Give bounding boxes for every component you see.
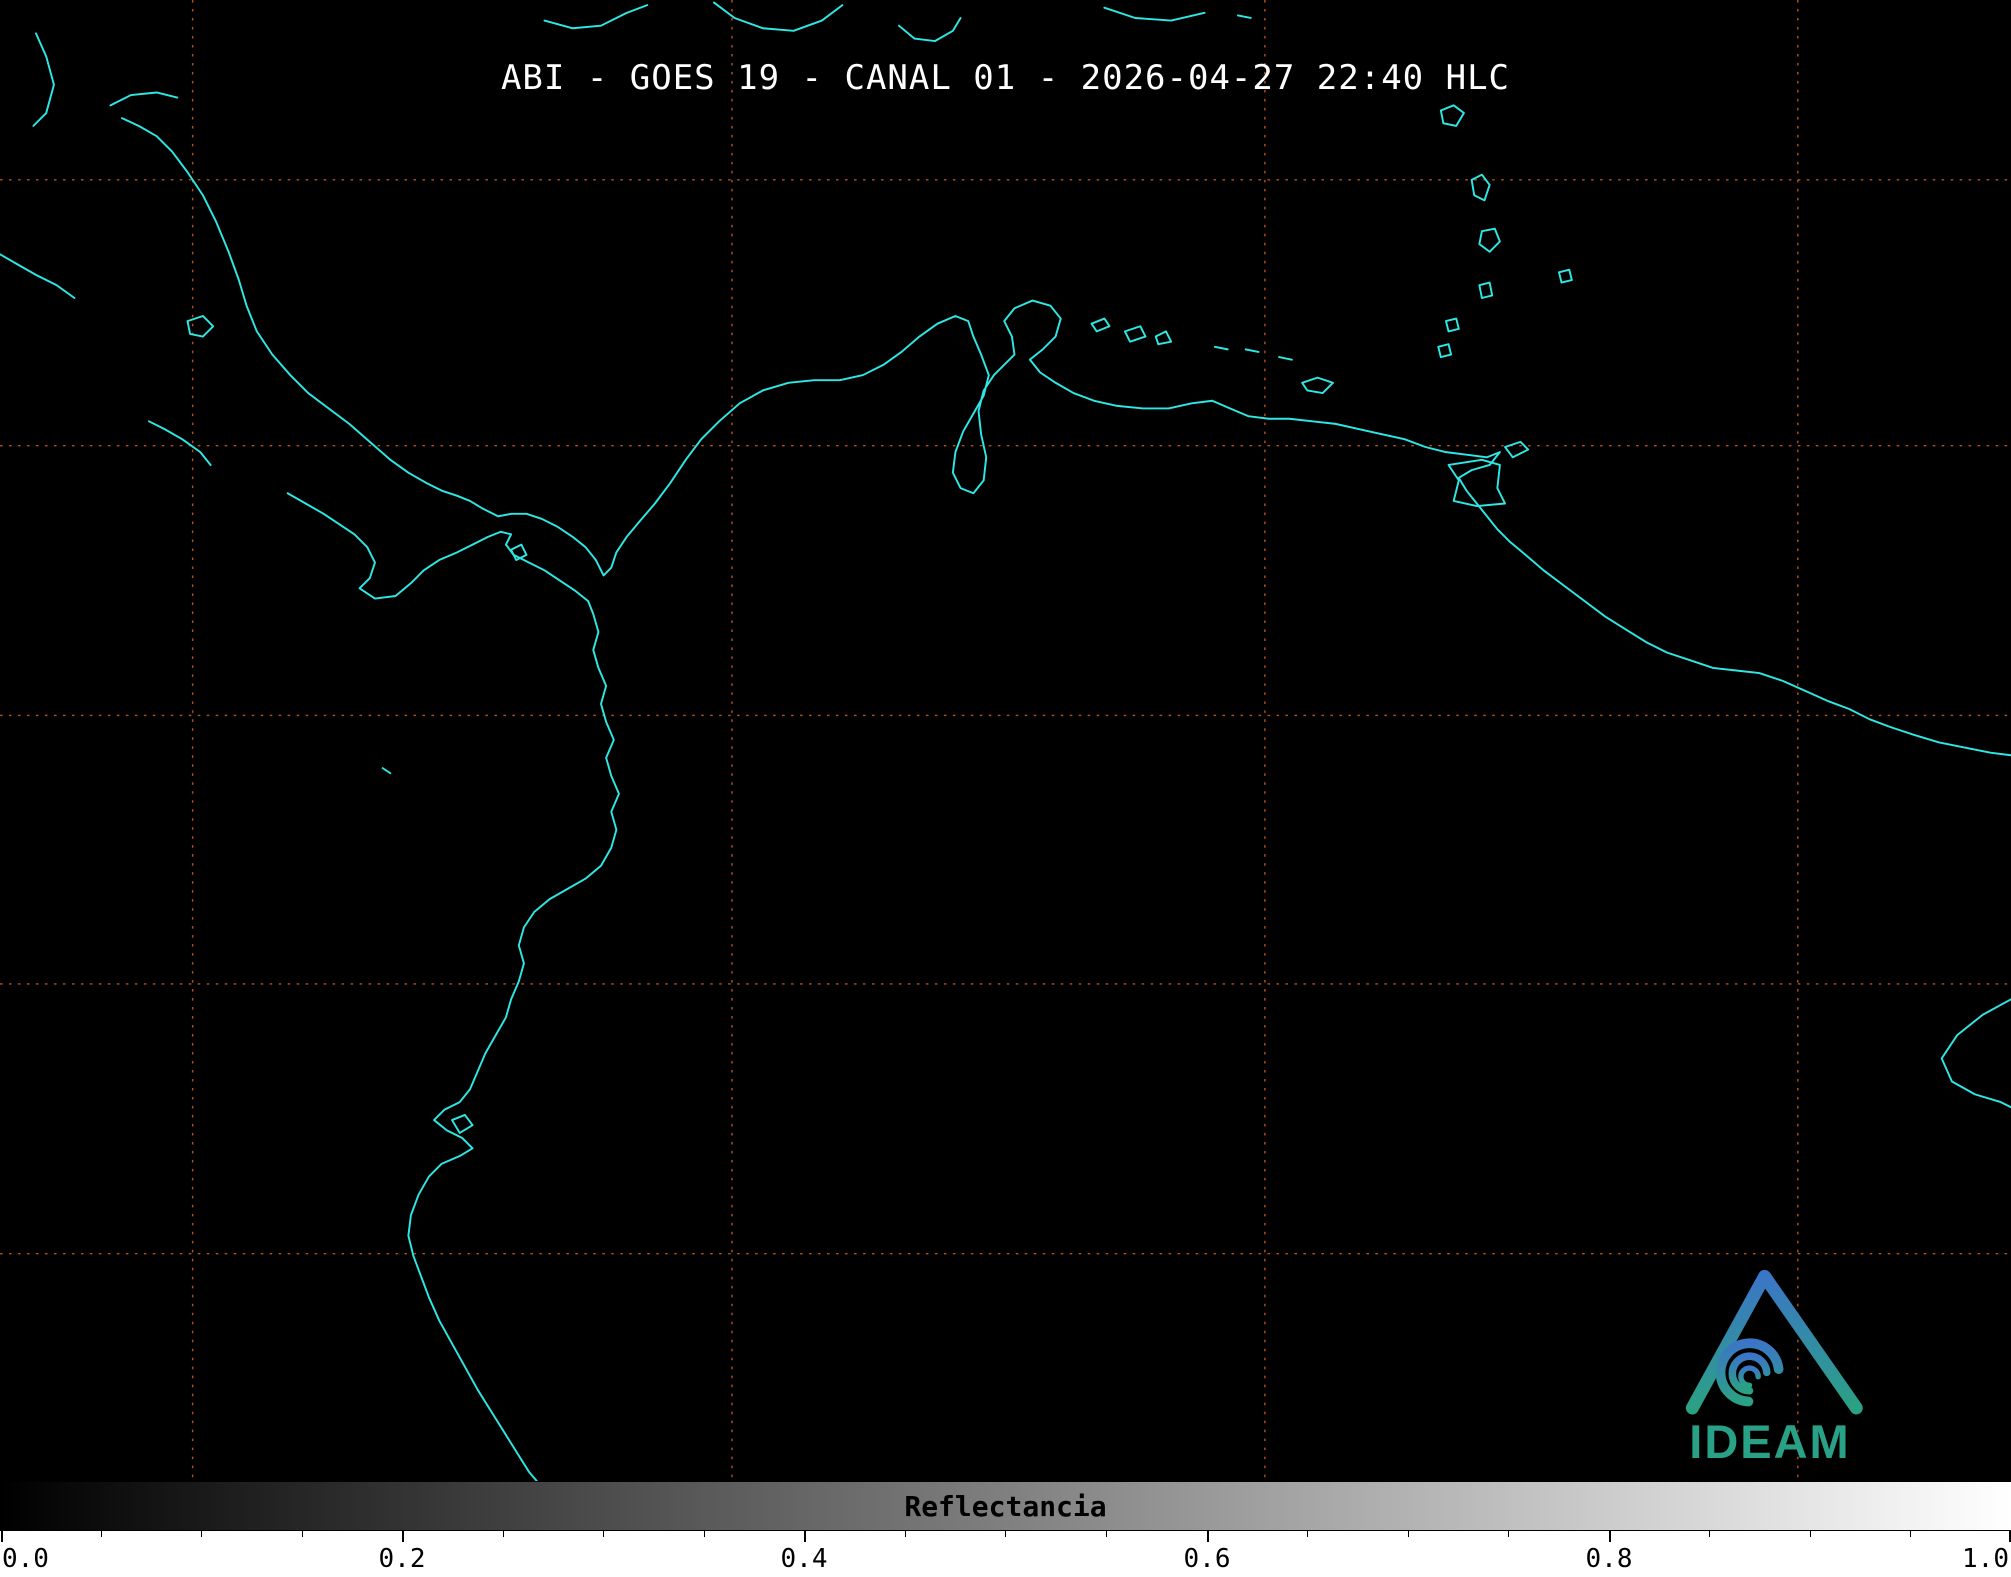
colorbar-tick-minor bbox=[1910, 1531, 1911, 1537]
colorbar-tick-minor bbox=[503, 1531, 504, 1537]
coastline-segment bbox=[1479, 229, 1500, 252]
coastline-segment bbox=[899, 18, 961, 41]
colorbar-tick-minor bbox=[905, 1531, 906, 1537]
colorbar-tick-major bbox=[804, 1531, 806, 1542]
colorbar-tick-minor bbox=[1709, 1531, 1710, 1537]
coastline-segment bbox=[1559, 270, 1572, 283]
coastline-segment bbox=[288, 493, 619, 1481]
colorbar-tick-label: 0.6 bbox=[1184, 1544, 1231, 1574]
colorbar-label: Reflectancia bbox=[904, 1490, 1106, 1523]
colorbar-tick-minor bbox=[1408, 1531, 1409, 1537]
coastline-segment bbox=[1125, 326, 1146, 341]
colorbar-gradient: Reflectancia bbox=[0, 1481, 2011, 1531]
colorbar-tick-label: 0.8 bbox=[1586, 1544, 1633, 1574]
image-title: ABI - GOES 19 - CANAL 01 - 2026-04-27 22… bbox=[0, 58, 2011, 98]
satellite-image-viewport: ABI - GOES 19 - CANAL 01 - 2026-04-27 22… bbox=[0, 0, 2011, 1577]
colorbar-tick-label: 1.0 bbox=[1962, 1544, 2009, 1574]
colorbar-tick-minor bbox=[1106, 1531, 1107, 1537]
coastline-segment bbox=[1449, 460, 1506, 506]
colorbar-tick-major bbox=[1207, 1531, 1209, 1542]
colorbar-tick-minor bbox=[302, 1531, 303, 1537]
coastline-segment bbox=[452, 1115, 473, 1133]
coastline-segment bbox=[1446, 319, 1459, 332]
colorbar-axis: 0.0 0.2 0.4 0.6 0.8 1.0 bbox=[0, 1531, 2011, 1577]
coastline-segment bbox=[1479, 283, 1492, 298]
coastline-segment bbox=[1279, 357, 1292, 360]
coastline-segment bbox=[1942, 999, 2011, 1107]
coastline-segment bbox=[1472, 175, 1490, 201]
coastline-segment bbox=[714, 3, 842, 31]
coastline-segment bbox=[1505, 442, 1528, 457]
ideam-logo-icon bbox=[1662, 1244, 1878, 1422]
colorbar-tick-major bbox=[1609, 1531, 1611, 1542]
coastline-segment bbox=[1104, 8, 1204, 21]
coastline-segment bbox=[1092, 319, 1110, 332]
colorbar-tick-minor bbox=[603, 1531, 604, 1537]
coastline-segment bbox=[1215, 347, 1228, 350]
colorbar-tick-minor bbox=[1005, 1531, 1006, 1537]
colorbar-tick-label: 0.4 bbox=[781, 1544, 828, 1574]
coastline-segment bbox=[187, 316, 213, 337]
coastline-segment bbox=[0, 254, 74, 298]
colorbar-tick-minor bbox=[1810, 1531, 1811, 1537]
coastline-segment bbox=[1156, 331, 1171, 344]
coastline-segment bbox=[1438, 344, 1451, 357]
colorbar-tick-minor bbox=[201, 1531, 202, 1537]
ideam-logo: IDEAM bbox=[1660, 1244, 1880, 1480]
colorbar-tick-minor bbox=[704, 1531, 705, 1537]
coastline-segment bbox=[1246, 349, 1259, 352]
coastline-segment bbox=[511, 545, 526, 560]
coastline-segment bbox=[383, 768, 391, 773]
coastline-segment bbox=[1238, 15, 1251, 18]
colorbar-tick-minor bbox=[1508, 1531, 1509, 1537]
coastline-segment bbox=[544, 5, 647, 28]
colorbar-tick-label: 0.0 bbox=[2, 1544, 49, 1574]
ideam-logo-text: IDEAM bbox=[1660, 1414, 1880, 1469]
map-area: ABI - GOES 19 - CANAL 01 - 2026-04-27 22… bbox=[0, 0, 2011, 1481]
colorbar-tick-minor bbox=[1307, 1531, 1308, 1537]
colorbar-tick-major bbox=[402, 1531, 404, 1542]
colorbar-tick-major bbox=[1, 1531, 3, 1542]
coastline-segment bbox=[122, 118, 2011, 755]
coastline-segment bbox=[149, 421, 211, 465]
colorbar-tick-minor bbox=[101, 1531, 102, 1537]
colorbar-tick-label: 0.2 bbox=[379, 1544, 426, 1574]
coastline-segment bbox=[1441, 105, 1464, 126]
coastline-segment bbox=[1302, 378, 1333, 393]
